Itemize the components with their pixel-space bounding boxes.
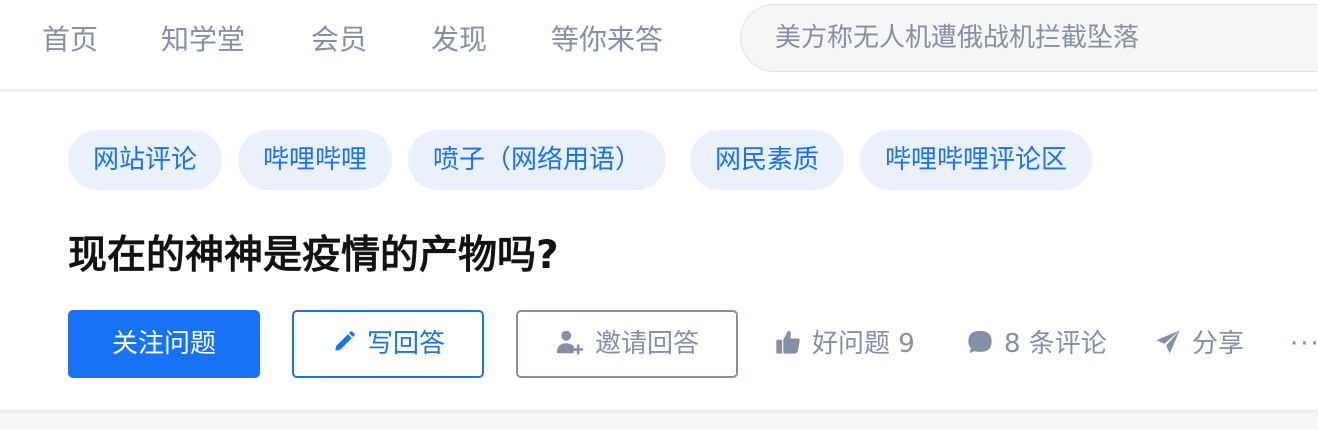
invite-answer-label: 邀请回答	[594, 329, 699, 359]
topic-tag[interactable]: 哔哩哔哩评论区	[860, 130, 1093, 190]
good-question-label: 好问题 9	[812, 329, 915, 359]
question-title: 现在的神神是疫情的产物吗?	[68, 233, 559, 278]
nav-item-zhixuetang[interactable]: 知学堂	[161, 20, 245, 60]
comment-bubble-icon	[968, 330, 992, 353]
good-question-button[interactable]: 好问题 9	[774, 310, 915, 378]
share-button[interactable]: 分享	[1154, 310, 1244, 378]
more-options-button[interactable]: ···	[1290, 310, 1318, 378]
thumbs-up-icon	[776, 330, 800, 354]
comments-button[interactable]: 8 条评论	[966, 310, 1107, 378]
nav-item-vip[interactable]: 会员	[311, 20, 367, 60]
more-dots-icon: ···	[1290, 329, 1318, 359]
pencil-icon	[335, 330, 355, 351]
share-label: 分享	[1192, 329, 1245, 359]
search-input[interactable]	[740, 4, 1318, 72]
paper-plane-icon	[1156, 329, 1180, 354]
topic-tag[interactable]: 网站评论	[68, 130, 223, 190]
topic-tag[interactable]: 喷子（网络用语）	[408, 130, 667, 190]
follow-question-label: 关注问题	[111, 329, 216, 359]
comments-label: 8 条评论	[1004, 329, 1107, 359]
nav-item-discover[interactable]: 发现	[431, 20, 487, 60]
nav-item-waiting-answers[interactable]: 等你来答	[551, 20, 663, 60]
nav-item-home[interactable]: 首页	[42, 20, 98, 60]
topic-tag[interactable]: 哔哩哔哩	[238, 130, 393, 190]
top-navigation-bar: 首页 知学堂 会员 发现 等你来答	[0, 0, 1318, 90]
write-answer-button[interactable]: 写回答	[292, 310, 484, 378]
write-answer-label: 写回答	[366, 329, 445, 359]
invite-person-icon	[556, 330, 584, 354]
follow-question-button[interactable]: 关注问题	[68, 310, 260, 378]
invite-answer-button[interactable]: 邀请回答	[516, 310, 738, 378]
question-header-card: 网站评论 哔哩哔哩 喷子（网络用语） 网民素质 哔哩哔哩评论区 现在的神神是疫情…	[0, 92, 1318, 410]
topic-tag[interactable]: 网民素质	[690, 130, 845, 190]
